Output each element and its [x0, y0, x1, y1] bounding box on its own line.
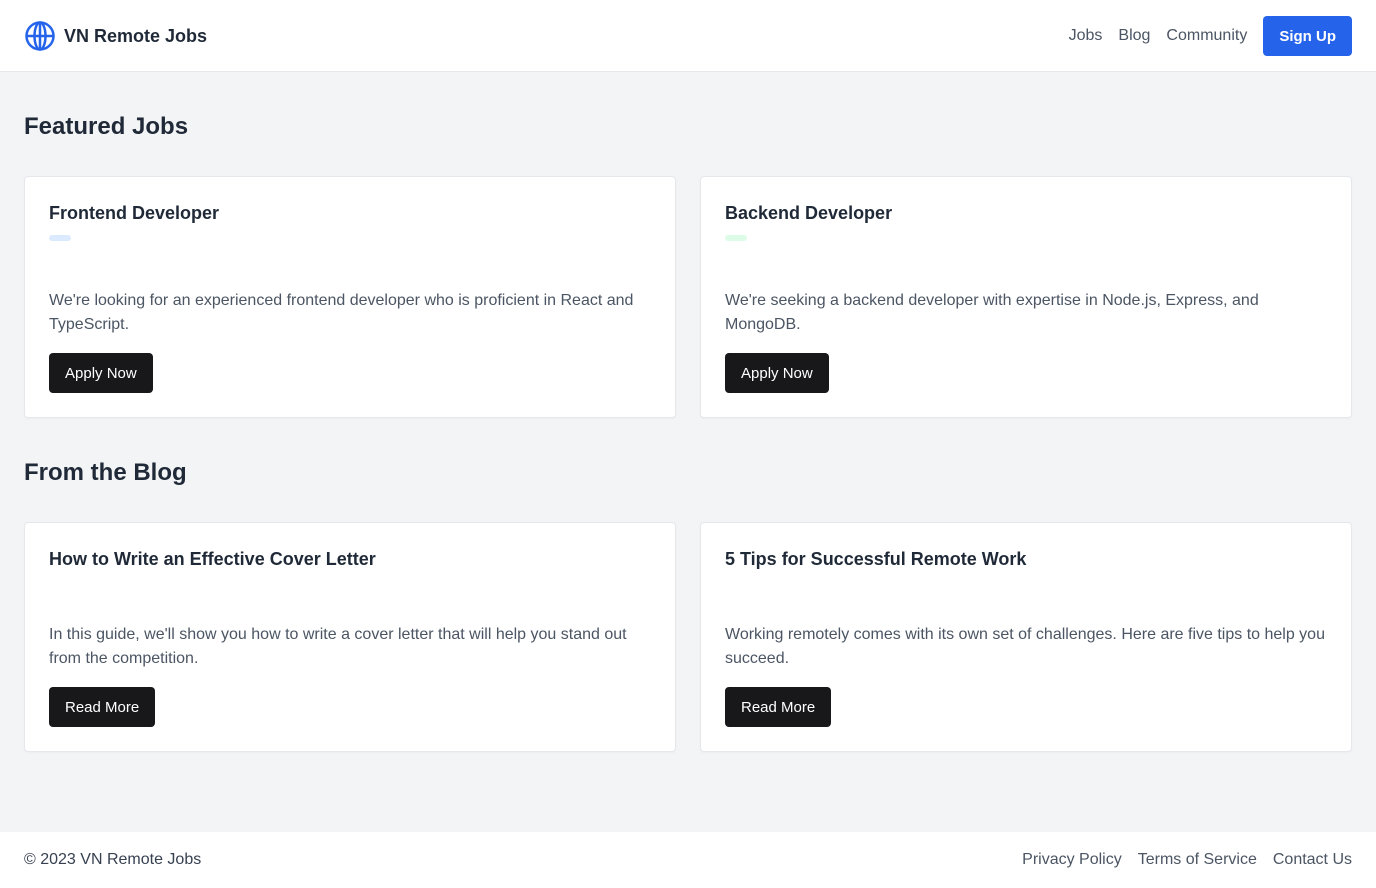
privacy-policy-link[interactable]: Privacy Policy	[1022, 851, 1122, 869]
job-card-frontend: Frontend Developer We're looking for an …	[24, 176, 676, 418]
brand-logo-link[interactable]: VN Remote Jobs	[24, 20, 207, 52]
main-nav: Jobs Blog Community Sign Up	[1069, 16, 1352, 56]
job-title: Backend Developer	[725, 203, 893, 223]
blog-card-cover-letter: How to Write an Effective Cover Letter I…	[24, 522, 676, 752]
globe-icon	[25, 21, 55, 51]
blog-excerpt: Working remotely comes with its own set …	[725, 626, 1325, 667]
featured-jobs-heading: Featured Jobs	[24, 113, 189, 140]
job-title: Frontend Developer	[49, 203, 220, 223]
job-tag	[49, 235, 71, 241]
footer-links: Privacy Policy Terms of Service Contact …	[1006, 851, 1352, 869]
blog-excerpt: In this guide, we'll show you how to wri…	[49, 626, 627, 667]
read-more-button[interactable]: Read More	[725, 687, 832, 727]
blog-title: 5 Tips for Successful Remote Work	[725, 549, 1027, 569]
job-tag	[725, 235, 747, 241]
site-header: VN Remote Jobs Jobs Blog Community Sign …	[0, 0, 1376, 72]
blog-title: How to Write an Effective Cover Letter	[49, 549, 376, 569]
copyright-text: © 2023 VN Remote Jobs	[24, 851, 202, 868]
nav-link-community[interactable]: Community	[1166, 27, 1247, 45]
contact-us-link[interactable]: Contact Us	[1273, 851, 1352, 869]
job-description: We're looking for an experienced fronten…	[49, 292, 634, 333]
blog-heading: From the Blog	[24, 459, 187, 486]
site-footer: © 2023 VN Remote Jobs Privacy Policy Ter…	[0, 832, 1376, 888]
apply-now-button[interactable]: Apply Now	[49, 353, 153, 393]
nav-link-jobs[interactable]: Jobs	[1069, 27, 1103, 45]
brand-name: VN Remote Jobs	[64, 25, 208, 46]
job-card-backend: Backend Developer We're seeking a backen…	[700, 176, 1352, 418]
sign-up-button[interactable]: Sign Up	[1263, 16, 1352, 56]
nav-link-blog[interactable]: Blog	[1118, 27, 1150, 45]
job-description: We're seeking a backend developer with e…	[725, 292, 1259, 333]
blog-card-remote-work: 5 Tips for Successful Remote Work Workin…	[700, 522, 1352, 752]
terms-of-service-link[interactable]: Terms of Service	[1138, 851, 1257, 869]
read-more-button[interactable]: Read More	[49, 687, 156, 727]
apply-now-button[interactable]: Apply Now	[725, 353, 829, 393]
